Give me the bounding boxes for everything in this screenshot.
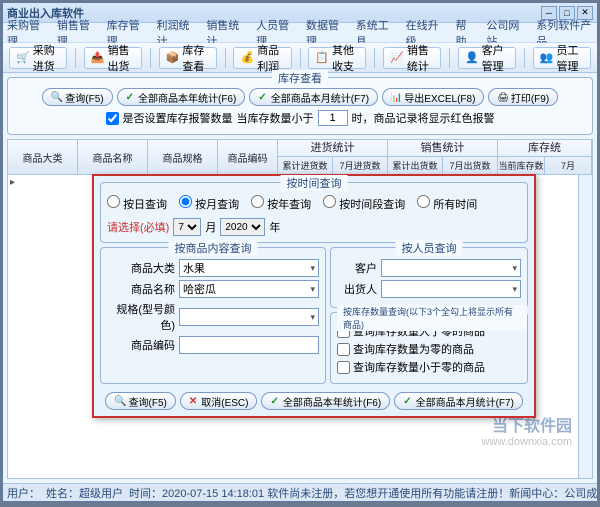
chk-label-1: 是否设置库存报警数量: [123, 110, 233, 126]
radio-all[interactable]: 所有时间: [417, 195, 477, 212]
tb-staff[interactable]: 👥员工管理: [533, 47, 591, 69]
dlg-btn-month[interactable]: 全部商品本月统计(F7): [394, 392, 523, 410]
colgrp-stock: 库存统 当前库存数7月: [498, 140, 592, 174]
dlg-btn-year[interactable]: 全部商品本年统计(F6): [261, 392, 390, 410]
col-category[interactable]: 商品大类: [8, 140, 78, 174]
separator: [300, 48, 301, 68]
colgrp-purchase: 进货统计 累计进货数7月进货数: [278, 140, 388, 174]
time-query-group: 按时间查询 按日查询 按月查询 按年查询 按时间段查询 所有时间 请选择(必填)…: [100, 182, 528, 243]
coin-icon: 💰: [240, 51, 254, 65]
col-name[interactable]: 商品名称: [78, 140, 148, 174]
alert-threshold-input[interactable]: [318, 110, 348, 126]
time-query-title: 按时间查询: [281, 175, 348, 191]
box-icon: 📦: [166, 51, 180, 65]
btn-print[interactable]: 打印(F9): [488, 88, 558, 106]
spec-combo[interactable]: [179, 308, 319, 326]
btn-year-stat[interactable]: 全部商品本年统计(F6): [117, 88, 246, 106]
tb-buy[interactable]: 🛒采购进货: [9, 47, 67, 69]
row-marker-icon: ▸: [10, 177, 15, 188]
chart-icon: 📈: [390, 51, 404, 65]
year-select[interactable]: 2020: [220, 218, 265, 236]
chk-label-3: 时，商品记录将显示红色报警: [352, 110, 495, 126]
status-time: 时间：2020-07-15 14:18:01 软件尚未注册，若您想开通使用所有功…: [129, 485, 597, 501]
tb-sell[interactable]: 📤销售出货: [84, 47, 142, 69]
chk-stock-alert[interactable]: [106, 112, 119, 125]
radio-year[interactable]: 按年查询: [251, 195, 311, 212]
radio-day[interactable]: 按日查询: [107, 195, 167, 212]
btn-search[interactable]: 查询(F5): [42, 88, 113, 106]
separator: [374, 48, 375, 68]
chk-label-2: 当库存数量小于: [237, 110, 314, 126]
out-icon: 📤: [91, 51, 105, 65]
tb-stock[interactable]: 📦库存查看: [159, 47, 217, 69]
table-header: 商品大类 商品名称 商品规格 商品编码 进货统计 累计进货数7月进货数 销售统计…: [7, 139, 593, 175]
tb-other[interactable]: 📋其他收支: [308, 47, 366, 69]
dlg-btn-cancel[interactable]: 取消(ESC): [180, 392, 258, 410]
person-icon: 👤: [465, 51, 479, 65]
qty-query-group: 按库存数量查询(以下3个全勾上将显示所有商品) 查询库存数量大于零的商品 查询库…: [330, 312, 528, 384]
tb-profit[interactable]: 💰商品利润: [233, 47, 291, 69]
cart-icon: 🛒: [16, 51, 30, 65]
separator: [524, 48, 525, 68]
person-query-group: 按人员查询 客户 出货人: [330, 247, 528, 308]
colgrp-sales: 销售统计 累计出货数7月出货数: [388, 140, 498, 174]
month-select[interactable]: 7: [173, 218, 201, 236]
tb-customer[interactable]: 👤客户管理: [458, 47, 516, 69]
search-panel-title: 库存查看: [272, 70, 328, 86]
vertical-scrollbar[interactable]: [578, 175, 592, 478]
team-icon: 👥: [540, 51, 554, 65]
search-panel: 库存查看 查询(F5) 全部商品本年统计(F6) 全部商品本月统计(F7) 导出…: [7, 77, 593, 135]
col-code[interactable]: 商品编码: [218, 140, 278, 174]
category-combo[interactable]: 水果: [179, 259, 319, 277]
name-combo[interactable]: 哈密瓜: [179, 280, 319, 298]
btn-month-stat[interactable]: 全部商品本月统计(F7): [249, 88, 378, 106]
toolbar: 🛒采购进货 📤销售出货 📦库存查看 💰商品利润 📋其他收支 📈销售统计 👤客户管…: [3, 43, 597, 73]
status-name: 姓名：超级用户: [46, 485, 123, 501]
misc-icon: 📋: [315, 51, 329, 65]
separator: [449, 48, 450, 68]
btn-export-excel[interactable]: 导出EXCEL(F8): [382, 88, 484, 106]
separator: [225, 48, 226, 68]
separator: [150, 48, 151, 68]
query-dialog: 按时间查询 按日查询 按月查询 按年查询 按时间段查询 所有时间 请选择(必填)…: [92, 174, 536, 418]
tb-salestat[interactable]: 📈销售统计: [383, 47, 441, 69]
separator: [75, 48, 76, 68]
code-input[interactable]: [179, 336, 319, 354]
customer-combo[interactable]: [381, 259, 521, 277]
select-required-label: 请选择(必填): [107, 219, 169, 235]
product-query-group: 按商品内容查询 商品大类水果 商品名称哈密瓜 规格(型号颜色) 商品编码: [100, 247, 326, 384]
radio-month[interactable]: 按月查询: [179, 195, 239, 212]
col-spec[interactable]: 商品规格: [148, 140, 218, 174]
chk-qty-lt0[interactable]: [337, 361, 350, 374]
status-bar: 用户： 姓名：超级用户 时间：2020-07-15 14:18:01 软件尚未注…: [3, 483, 597, 501]
radio-range[interactable]: 按时间段查询: [323, 195, 405, 212]
status-user: 用户：: [7, 485, 40, 501]
sender-combo[interactable]: [381, 280, 521, 298]
dlg-btn-search[interactable]: 查询(F5): [105, 392, 176, 410]
chk-qty-eq0[interactable]: [337, 343, 350, 356]
menubar: 采购管理 销售管理 库存管理 利润统计 销售统计 人员管理 数据管理 系统工具 …: [3, 23, 597, 43]
